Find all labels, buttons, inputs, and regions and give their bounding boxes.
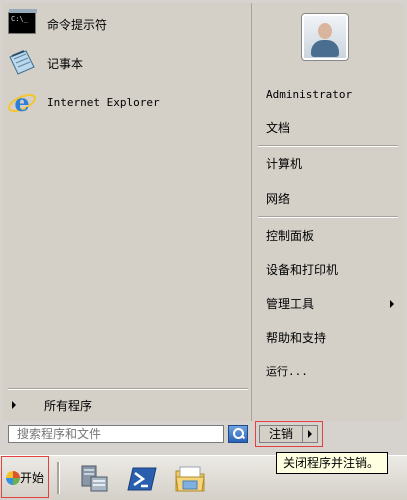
network-item[interactable]: 网络 [266,189,290,209]
run-item[interactable]: 运行... [266,362,308,382]
admin-tools-item[interactable]: 管理工具 [266,294,314,314]
shutdown-options-button[interactable] [303,425,318,443]
user-name-item[interactable]: Administrator [266,85,352,105]
divider [8,388,248,389]
program-notepad[interactable]: 记事本 [6,47,244,79]
chevron-right-icon [12,401,16,409]
command-prompt-icon: C:\_ [6,8,38,40]
logoff-tooltip: 关闭程序并注销。 [276,452,388,474]
all-programs-item[interactable]: 所有程序 [8,394,246,416]
logoff-button[interactable]: 注销 [259,425,303,443]
internet-explorer-icon: e [6,86,38,118]
explorer-folder-icon[interactable] [174,463,206,495]
places-pane [252,3,404,421]
program-label: 记事本 [47,56,84,71]
windows-logo-icon [6,471,20,485]
svg-text:e: e [14,88,29,117]
divider [258,216,398,217]
notepad-icon [6,47,38,79]
devices-printers-item[interactable]: 设备和打印机 [266,260,338,280]
search-input[interactable] [8,425,224,443]
start-menu: C:\_ 命令提示符 记事本 e Internet Explorer 所有程序 [0,0,407,455]
control-panel-item[interactable]: 控制面板 [266,226,314,246]
server-manager-icon[interactable] [78,463,110,495]
chevron-right-icon [390,300,394,308]
help-support-item[interactable]: 帮助和支持 [266,328,326,348]
powershell-icon[interactable] [126,463,158,495]
program-label: Internet Explorer [47,95,160,109]
program-label: 命令提示符 [47,17,108,32]
taskbar-separator [57,462,59,494]
all-programs-label: 所有程序 [44,398,93,413]
start-label: 开始 [20,471,45,485]
computer-item[interactable]: 计算机 [266,154,302,174]
search-icon[interactable] [228,425,248,443]
divider [258,145,398,146]
program-command-prompt[interactable]: C:\_ 命令提示符 [6,8,244,40]
user-avatar-icon[interactable] [301,13,349,61]
program-internet-explorer[interactable]: e Internet Explorer [6,86,244,118]
documents-item[interactable]: 文档 [266,118,290,138]
